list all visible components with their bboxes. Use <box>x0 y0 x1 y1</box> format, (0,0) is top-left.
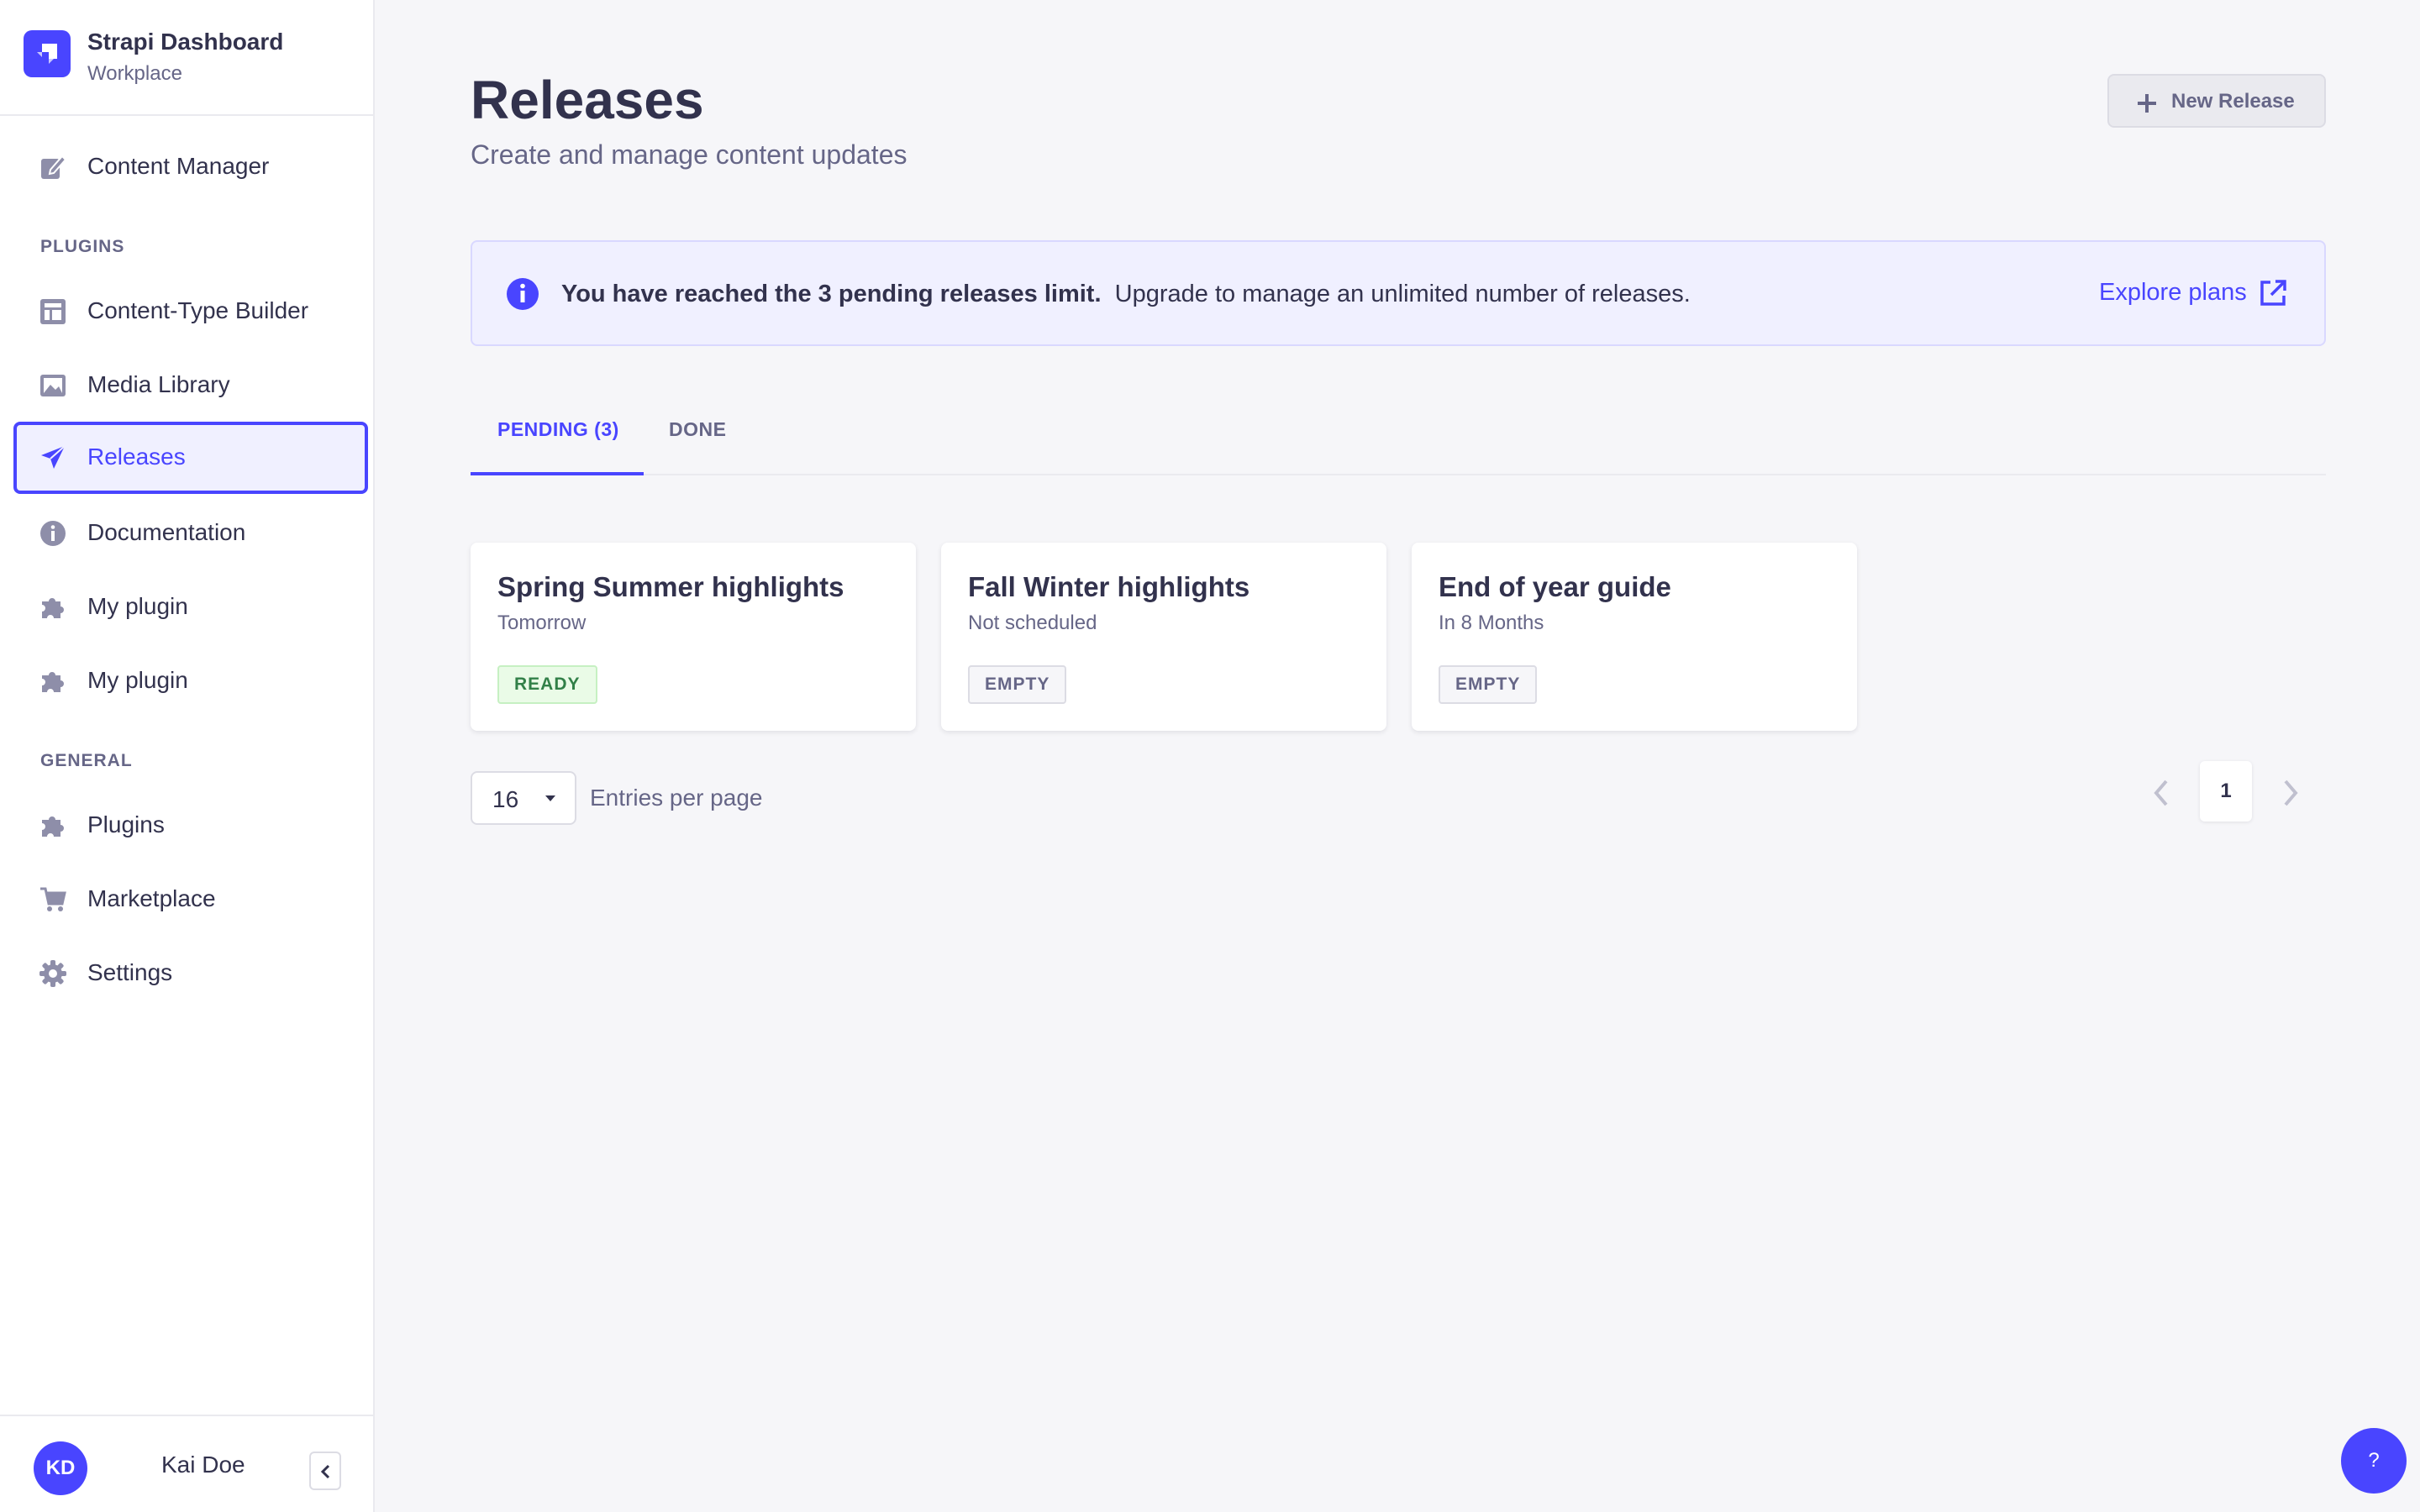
limit-banner: You have reached the 3 pending releases … <box>471 240 2326 346</box>
user-name[interactable]: Kai Doe <box>161 1452 245 1478</box>
sidebar-item-plugins[interactable]: Plugins <box>13 790 368 862</box>
sidebar-item-media-library[interactable]: Media Library <box>13 349 368 422</box>
tab-label: PENDING (3) <box>497 418 619 440</box>
release-title: Spring Summer highlights <box>497 571 844 602</box>
release-schedule: Tomorrow <box>497 612 587 634</box>
sidebar-footer: KD Kai Doe <box>0 1415 373 1512</box>
release-card[interactable]: Spring Summer highlights Tomorrow READY <box>471 543 916 731</box>
caret-down-icon <box>545 795 555 801</box>
chevron-left-icon <box>320 1464 330 1479</box>
status-badge: READY <box>497 665 597 704</box>
entries-per-page-select[interactable]: 16 <box>471 771 576 825</box>
plus-icon <box>2138 94 2156 113</box>
brand-header: Strapi Dashboard Workplace <box>0 0 373 116</box>
brand-subtitle: Workplace <box>87 62 182 85</box>
sidebar-item-my-plugin-2[interactable]: My plugin <box>13 645 368 717</box>
explore-plans-link[interactable]: Explore plans <box>2099 279 2247 307</box>
puzzle-icon <box>39 811 67 840</box>
help-button[interactable]: ? <box>2341 1428 2407 1494</box>
sidebar-item-marketplace[interactable]: Marketplace <box>13 864 368 936</box>
new-release-button[interactable]: New Release <box>2107 74 2326 128</box>
next-page-button[interactable] <box>2277 776 2304 810</box>
tab-done[interactable]: DONE <box>644 400 753 475</box>
image-icon <box>39 371 67 400</box>
per-page-label: Entries per page <box>590 785 763 811</box>
brand-title: Strapi Dashboard <box>87 29 284 55</box>
new-release-label: New Release <box>2171 90 2295 113</box>
puzzle-icon <box>39 593 67 622</box>
section-heading-plugins: PLUGINS <box>40 237 125 256</box>
sidebar-item-label: Releases <box>87 444 186 470</box>
puzzle-icon <box>39 667 67 696</box>
sidebar-item-label: My plugin <box>87 667 188 693</box>
page-number-button[interactable]: 1 <box>2200 761 2252 822</box>
release-schedule: Not scheduled <box>968 612 1097 634</box>
tab-label: DONE <box>669 418 727 440</box>
sidebar-item-releases[interactable]: Releases <box>13 422 368 494</box>
banner-bold-text: You have reached the 3 pending releases … <box>561 281 1102 307</box>
previous-page-button[interactable] <box>2148 776 2175 810</box>
pen-write-icon <box>39 153 67 181</box>
sidebar-item-label: Media Library <box>87 371 230 397</box>
gear-icon <box>39 959 67 988</box>
sidebar-item-label: Settings <box>87 959 173 985</box>
sidebar-item-content-type-builder[interactable]: Content-Type Builder <box>13 276 368 348</box>
release-tabs: PENDING (3) DONE <box>471 400 2326 475</box>
sidebar-item-label: Plugins <box>87 811 165 837</box>
banner-text: Upgrade to manage an unlimited number of… <box>1114 281 1691 307</box>
status-badge: EMPTY <box>968 665 1067 704</box>
release-schedule: In 8 Months <box>1439 612 1544 634</box>
page-subtitle: Create and manage content updates <box>471 139 908 170</box>
chevron-left-icon <box>2154 780 2168 806</box>
per-page-value: 16 <box>492 786 519 812</box>
paper-plane-icon <box>39 444 67 472</box>
sidebar-item-label: Marketplace <box>87 885 216 911</box>
collapse-sidebar-button[interactable] <box>309 1452 341 1490</box>
release-card[interactable]: Fall Winter highlights Not scheduled EMP… <box>941 543 1386 731</box>
tab-pending[interactable]: PENDING (3) <box>471 400 644 475</box>
sidebar-item-settings[interactable]: Settings <box>13 937 368 1010</box>
layout-icon <box>39 297 67 326</box>
sidebar-item-my-plugin[interactable]: My plugin <box>13 571 368 643</box>
sidebar: Strapi Dashboard Workplace Content Manag… <box>0 0 375 1512</box>
release-title: End of year guide <box>1439 571 1671 602</box>
sidebar-item-content-manager[interactable]: Content Manager <box>13 131 368 203</box>
chevron-right-icon <box>2284 780 2298 806</box>
banner-message: You have reached the 3 pending releases … <box>561 281 1691 308</box>
external-link-icon[interactable] <box>2259 279 2287 312</box>
release-title: Fall Winter highlights <box>968 571 1250 602</box>
release-card[interactable]: End of year guide In 8 Months EMPTY <box>1412 543 1857 731</box>
sidebar-item-label: My plugin <box>87 593 188 619</box>
strapi-logo-icon <box>24 30 71 77</box>
info-icon <box>39 519 67 548</box>
section-heading-general: GENERAL <box>40 751 133 770</box>
avatar[interactable]: KD <box>34 1441 87 1495</box>
sidebar-item-label: Content-Type Builder <box>87 297 309 323</box>
status-badge: EMPTY <box>1439 665 1538 704</box>
sidebar-item-label: Documentation <box>87 519 246 545</box>
cart-icon <box>39 885 67 914</box>
sidebar-item-label: Content Manager <box>87 153 270 179</box>
sidebar-item-documentation[interactable]: Documentation <box>13 497 368 570</box>
page-title: Releases <box>471 70 704 130</box>
info-circle-icon <box>506 277 539 315</box>
